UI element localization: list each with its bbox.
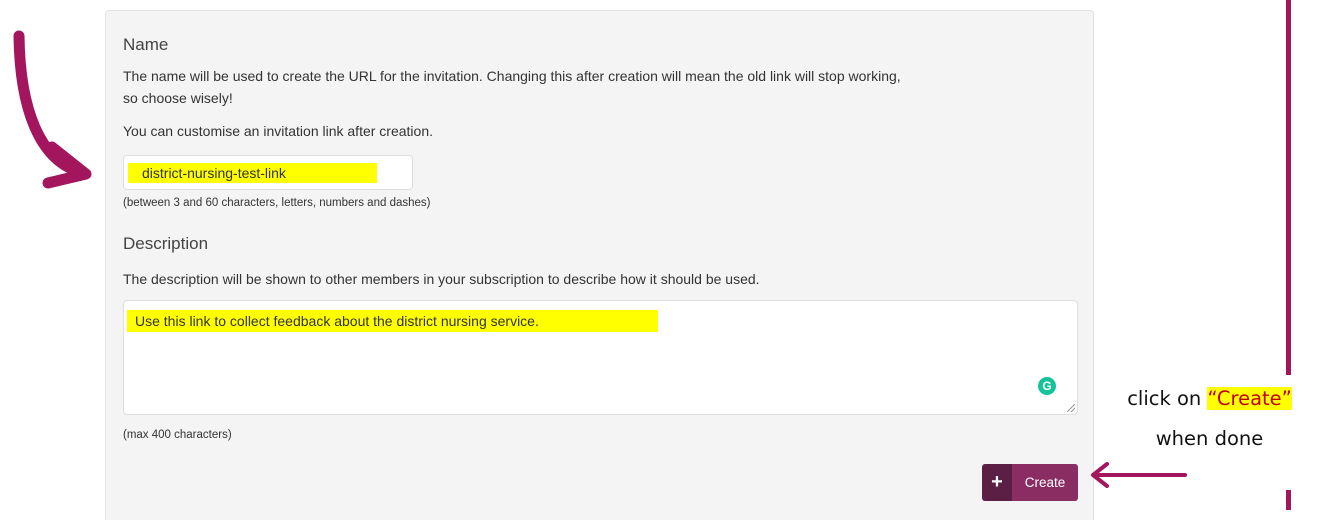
plus-icon: + — [982, 464, 1012, 501]
resize-handle-icon[interactable] — [1067, 404, 1075, 412]
curved-arrow-icon — [13, 30, 92, 189]
description-hint: (max 400 characters) — [123, 429, 232, 441]
left-arrow-icon — [1091, 462, 1187, 488]
annotation-callout-highlight: “Create” — [1207, 387, 1292, 410]
description-label: Description — [123, 234, 209, 253]
description-help: The description will be shown to other m… — [123, 271, 760, 287]
create-button[interactable]: + Create — [982, 464, 1078, 501]
name-help-line1: The name will be used to create the URL … — [123, 68, 901, 84]
grammarly-icon[interactable]: G — [1038, 377, 1056, 395]
annotation-callout-line2: when done — [1155, 427, 1264, 450]
name-hint: (between 3 and 60 characters, letters, n… — [123, 197, 431, 209]
name-input[interactable]: district-nursing-test-link — [123, 155, 413, 190]
create-button-label: Create — [1012, 464, 1078, 501]
annotation-divider-bar-bottom — [1286, 490, 1291, 510]
annotation-callout-line1: click on “Create” — [1102, 387, 1317, 410]
name-help-customise: You can customise an invitation link aft… — [123, 123, 433, 139]
annotation-callout-prefix: click on — [1127, 387, 1208, 410]
invitation-form-panel: Name The name will be used to create the… — [105, 10, 1094, 520]
annotation-divider-bar-top — [1286, 0, 1291, 375]
name-help-line2: so choose wisely! — [123, 90, 233, 106]
name-label: Name — [123, 35, 169, 54]
name-input-value: district-nursing-test-link — [128, 163, 377, 183]
description-textarea[interactable]: Use this link to collect feedback about … — [123, 300, 1078, 415]
description-value: Use this link to collect feedback about … — [127, 310, 658, 332]
